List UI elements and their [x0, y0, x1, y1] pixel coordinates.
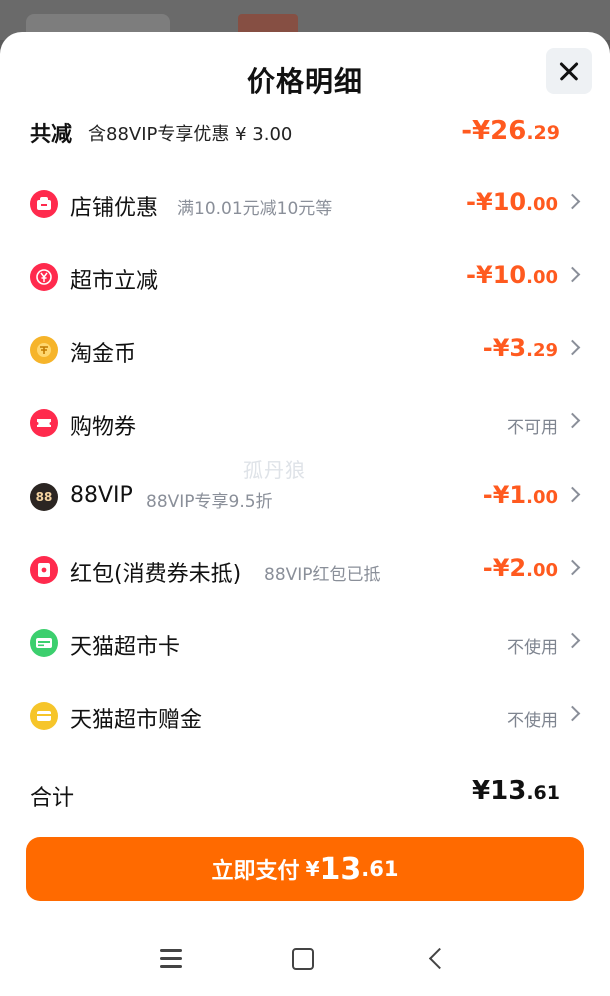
home-icon[interactable] — [292, 948, 314, 970]
row-amount-main: -¥10 — [466, 188, 527, 216]
price-detail-sheet: 价格明细 孤丹狼 共减 含88VIP专享优惠 ¥ 3.00 -¥26.29 店铺… — [0, 32, 610, 996]
row-red-envelope[interactable]: 红包(消费券未抵) 88VIP红包已抵 -¥2.00 — [30, 550, 581, 590]
total-label: 合计 — [30, 786, 75, 811]
pay-button-amount-main: 13 — [319, 851, 362, 887]
red-envelope-icon — [30, 556, 58, 584]
row-taojinbi[interactable]: 淘金币 -¥3.29 — [30, 330, 581, 370]
close-icon[interactable] — [546, 48, 592, 94]
total-discount-amount-main: -¥26 — [461, 116, 527, 146]
system-nav-bar — [0, 932, 610, 996]
pay-button-currency: ¥ — [305, 857, 320, 881]
row-tmall-supermarket-card[interactable]: 天猫超市卡 不使用 — [30, 623, 581, 663]
total-discount-label: 共减 — [30, 122, 72, 146]
row-label: 红包(消费券未抵) — [70, 562, 242, 587]
chevron-right-icon — [564, 266, 581, 283]
total-amount-decimal: .61 — [526, 782, 560, 804]
total-discount-amount: -¥26.29 — [461, 116, 560, 146]
store-icon — [30, 190, 58, 218]
row-amount-decimal: .00 — [526, 487, 558, 508]
row-status: 不使用 — [507, 711, 558, 731]
chevron-right-icon — [564, 486, 581, 503]
chevron-right-icon — [564, 559, 581, 576]
row-amount: -¥10.00 — [466, 188, 558, 216]
row-sub: 88VIP红包已抵 — [264, 565, 381, 585]
total-amount-main: ¥13 — [472, 776, 527, 806]
row-store-discount[interactable]: 店铺优惠 满10.01元减10元等 -¥10.00 — [30, 184, 581, 224]
row-amount-main: -¥10 — [466, 261, 527, 289]
chevron-right-icon — [564, 705, 581, 722]
row-amount-decimal: .00 — [526, 267, 558, 288]
chevron-right-icon — [564, 193, 581, 210]
supermarket-card-icon — [30, 629, 58, 657]
row-amount-main: -¥3 — [482, 334, 527, 362]
total-discount-row: 共减 含88VIP专享优惠 ¥ 3.00 -¥26.29 — [30, 114, 560, 150]
row-label: 88VIP — [70, 483, 133, 508]
pay-button-label: 立即支付 — [211, 859, 300, 884]
chevron-right-icon — [564, 339, 581, 356]
row-amount-main: -¥1 — [482, 481, 527, 509]
menu-icon[interactable] — [160, 949, 182, 969]
row-label: 淘金币 — [70, 342, 137, 367]
row-status: 不可用 — [507, 418, 558, 438]
row-sub: 满10.01元减10元等 — [177, 199, 333, 219]
row-label: 天猫超市卡 — [70, 635, 181, 660]
gift-money-icon — [30, 702, 58, 730]
row-amount-decimal: .00 — [526, 560, 558, 581]
row-tmall-gift-money[interactable]: 天猫超市赠金 不使用 — [30, 696, 581, 736]
coin-icon — [30, 336, 58, 364]
total-discount-note: 含88VIP专享优惠 ¥ 3.00 — [88, 124, 293, 145]
row-amount-decimal: .29 — [526, 340, 558, 361]
total-discount-amount-decimal: .29 — [526, 122, 560, 144]
row-sub: 88VIP专享9.5折 — [146, 492, 273, 512]
pay-button-amount-decimal: .61 — [361, 857, 399, 881]
row-amount: -¥1.00 — [483, 481, 558, 509]
row-88vip[interactable]: 88 88VIP 88VIP专享9.5折 -¥1.00 — [30, 477, 581, 517]
row-label: 购物券 — [70, 415, 137, 440]
row-shopping-voucher[interactable]: 购物券 不可用 — [30, 403, 581, 443]
row-amount: -¥3.29 — [483, 334, 558, 362]
row-label: 店铺优惠 — [70, 196, 159, 221]
row-supermarket-discount[interactable]: 超市立减 -¥10.00 — [30, 257, 581, 297]
row-amount: -¥10.00 — [466, 261, 558, 289]
row-label: 天猫超市赠金 — [70, 708, 203, 733]
chevron-right-icon — [564, 412, 581, 429]
row-amount-main: -¥2 — [482, 554, 527, 582]
chevron-right-icon — [564, 632, 581, 649]
row-amount: -¥2.00 — [483, 554, 558, 582]
total-row: 合计 ¥13.61 — [30, 774, 560, 814]
ticket-icon — [30, 409, 58, 437]
row-status: 不使用 — [507, 638, 558, 658]
pay-now-button[interactable]: 立即支付 ¥ 13 .61 — [26, 837, 584, 901]
sheet-title: 价格明细 — [246, 65, 363, 98]
row-label: 超市立减 — [70, 269, 159, 294]
row-amount-decimal: .00 — [526, 194, 558, 215]
vip88-icon: 88 — [30, 483, 58, 511]
yen-coupon-icon — [30, 263, 58, 291]
back-icon[interactable] — [428, 947, 451, 970]
total-amount: ¥13.61 — [472, 776, 560, 806]
